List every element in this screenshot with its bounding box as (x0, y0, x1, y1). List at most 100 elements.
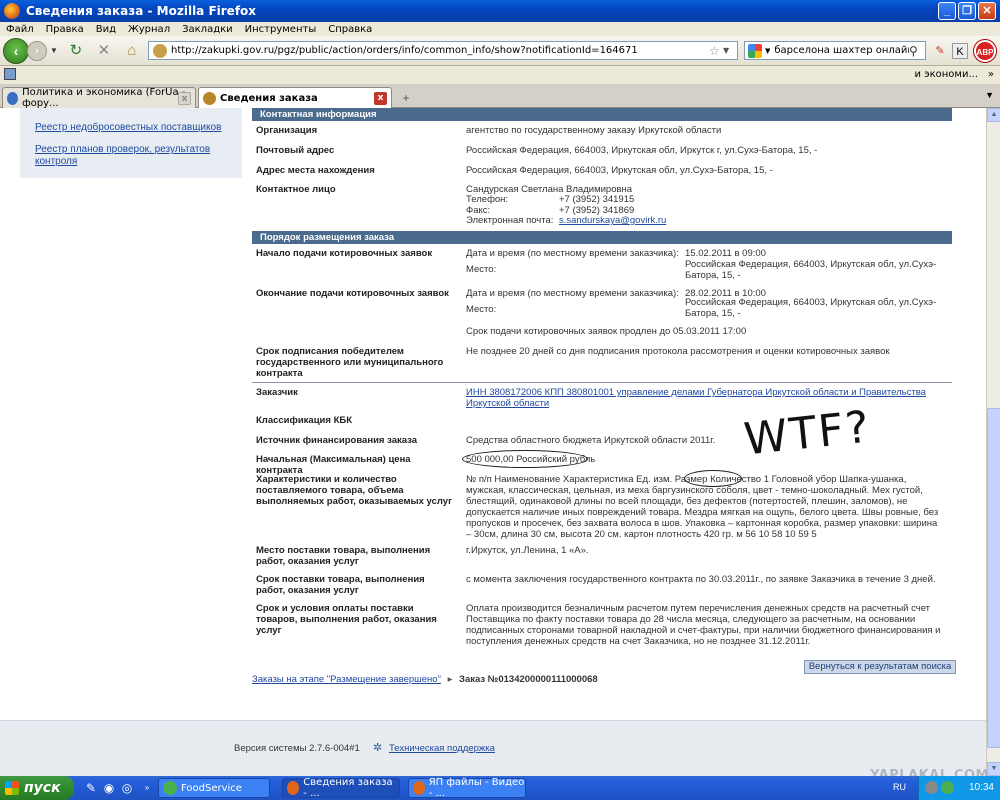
navigation-toolbar: ‹ › ▼ ↻ ✕ ⌂ http://zakupki.gov.ru/pgz/pu… (0, 36, 1000, 66)
emblem-favicon-icon (203, 92, 216, 105)
gear-icon: ✲ (373, 742, 383, 754)
quicklaunch-chrome-icon[interactable]: ◎ (120, 781, 134, 795)
language-indicator[interactable]: RU (893, 782, 906, 792)
signing-term-label: Срок подписания победителем государствен… (256, 346, 444, 379)
phone-label: Телефон: (466, 194, 509, 205)
url-dropdown-icon[interactable]: ▼ (723, 46, 737, 55)
foodservice-icon (163, 781, 177, 795)
menu-bookmarks[interactable]: Закладки (182, 24, 233, 35)
signing-term-value: Не позднее 20 дней со дня подписания про… (466, 346, 890, 357)
window-titlebar: Сведения заказа - Mozilla Firefox _ ❐ ✕ (0, 0, 1000, 22)
bookmark-item[interactable]: и экономи... (914, 69, 978, 80)
location-value: Российская Федерация, 664003, Иркутская … (466, 165, 773, 176)
quantity-circle-annotation (684, 470, 742, 487)
menu-history[interactable]: Журнал (128, 24, 170, 35)
funding-source-label: Источник финансирования заказа (256, 435, 418, 446)
history-dropdown-icon[interactable]: ▼ (50, 46, 58, 55)
bookmarks-toolbar: и экономи... » (0, 66, 1000, 84)
sidebar-link-inspection-plans[interactable]: Реестр планов проверок, результатов конт… (35, 144, 235, 168)
close-button[interactable]: ✕ (978, 2, 996, 20)
task-foodservice[interactable]: FoodService (158, 778, 270, 798)
start-place-label: Место: (466, 264, 497, 275)
menu-view[interactable]: Вид (96, 24, 116, 35)
postal-label: Почтовый адрес (256, 145, 335, 156)
left-sidebar: Реестр недобросовестных поставщиков Реес… (20, 108, 242, 178)
minimize-button[interactable]: _ (938, 2, 956, 20)
adblock-plus-icon[interactable]: ABP (974, 40, 996, 62)
task-label: FoodService (181, 782, 242, 794)
customer-link[interactable]: ИНН 3808172006 КПП 380801001 управление … (466, 387, 944, 409)
delivery-term-value: с момента заключения государственного ко… (466, 574, 936, 585)
characteristics-label: Характеристики и количество поставляемог… (256, 474, 453, 507)
new-tab-icon[interactable]: + (398, 90, 414, 106)
start-label: пуск (24, 780, 61, 796)
google-engine-icon[interactable] (748, 43, 762, 58)
support-link[interactable]: Техническая поддержка (389, 743, 495, 754)
tab-close-icon[interactable]: x (374, 92, 387, 105)
menu-tools[interactable]: Инструменты (245, 24, 317, 35)
search-icon[interactable]: ⚲ (909, 44, 925, 58)
system-version: Версия системы 2.7.6-004#1 (234, 743, 360, 754)
contact-person-label: Контактное лицо (256, 184, 336, 195)
tab-order-info[interactable]: Сведения заказа x (198, 87, 392, 109)
menu-help[interactable]: Справка (328, 24, 372, 35)
back-button[interactable]: ‹ (3, 37, 29, 64)
firefox-icon (4, 3, 20, 19)
quicklaunch-firefox-icon[interactable]: ◉ (102, 781, 116, 795)
vertical-scrollbar[interactable]: ▲ ▼ (986, 108, 1000, 776)
search-bar[interactable]: ▼ барселона шахтер онлайн ⚲ (744, 41, 926, 60)
end-place-label: Место: (466, 304, 497, 315)
quicklaunch-more-icon[interactable]: » (140, 781, 154, 795)
task-yap-files[interactable]: ЯП файлы - Видео - ... (408, 777, 526, 799)
extension-icon[interactable]: ✎ (932, 43, 948, 59)
forward-button[interactable]: › (27, 40, 47, 61)
customer-label: Заказчик (256, 387, 298, 398)
email-link[interactable]: s.sandurskaya@govirk.ru (559, 215, 666, 226)
firefox-task-icon (287, 781, 300, 795)
bookmark-icon[interactable] (4, 68, 16, 80)
payment-value: Оплата производится безналичным расчетом… (466, 603, 941, 647)
wtf-annotation: WTF? (741, 401, 874, 466)
menu-file[interactable]: Файл (6, 24, 34, 35)
location-label: Адрес места нахождения (256, 165, 375, 176)
tab-label: Политика и экономика (ForUa - фору... (22, 87, 186, 109)
scroll-up-icon[interactable]: ▲ (987, 108, 1000, 122)
back-to-results-button[interactable]: Вернуться к результатам поиска (804, 660, 956, 674)
menu-edit[interactable]: Правка (46, 24, 84, 35)
maximize-button[interactable]: ❐ (958, 2, 976, 20)
funding-source-value: Средства областного бюджета Иркутской об… (466, 435, 716, 446)
tab-bar: Политика и экономика (ForUa - фору... x … (0, 84, 1000, 109)
bookmark-star-icon[interactable]: ☆ (709, 44, 723, 58)
task-label: Сведения заказа - ... (303, 777, 393, 799)
tab-forua[interactable]: Политика и экономика (ForUa - фору... x (2, 87, 196, 109)
breadcrumb-arrow-icon: ▸ (447, 674, 453, 685)
delivery-place-value: г.Иркутск, ул.Ленина, 1 «А». (466, 545, 589, 556)
home-icon[interactable]: ⌂ (122, 41, 142, 61)
initial-price-label: Начальная (Максимальная) цена контракта (256, 454, 411, 476)
engine-dropdown-icon[interactable]: ▼ (765, 47, 770, 55)
search-query[interactable]: барселона шахтер онлайн (774, 45, 909, 56)
org-value: агентство по государственному заказу Ирк… (466, 125, 722, 136)
reload-icon[interactable]: ↻ (66, 41, 86, 61)
url-bar[interactable]: http://zakupki.gov.ru/pgz/public/action/… (148, 41, 738, 60)
tray-network-icon[interactable] (941, 781, 954, 794)
stop-icon[interactable]: ✕ (94, 41, 114, 61)
tab-list-icon[interactable]: ▼ (985, 90, 994, 100)
task-order-info[interactable]: Сведения заказа - ... (282, 777, 400, 799)
phone-value: +7 (3952) 341915 (559, 194, 635, 205)
extension-k-icon[interactable]: K (952, 43, 968, 59)
tray-app-icon[interactable] (925, 781, 938, 794)
quicklaunch-edit-icon[interactable]: ✎ (84, 781, 98, 795)
breadcrumb-link[interactable]: Заказы на этапе "Размещение завершено" (252, 674, 441, 685)
breadcrumb-current: Заказ №0134200000111000068 (459, 674, 598, 685)
bookmarks-more-icon[interactable]: » (988, 69, 994, 80)
start-button[interactable]: пуск (0, 776, 74, 800)
tab-close-icon[interactable]: x (178, 92, 191, 105)
tab-label: Сведения заказа (220, 93, 318, 104)
url-text[interactable]: http://zakupki.gov.ru/pgz/public/action/… (171, 45, 709, 56)
sidebar-link-unfair-suppliers[interactable]: Реестр недобросовестных поставщиков (35, 122, 235, 134)
site-identity-icon[interactable] (153, 43, 167, 58)
delivery-term-label: Срок поставки товара, выполнения работ, … (256, 574, 425, 596)
order-section-header: Порядок размещения заказа (252, 231, 952, 244)
scroll-thumb[interactable] (987, 408, 1000, 748)
